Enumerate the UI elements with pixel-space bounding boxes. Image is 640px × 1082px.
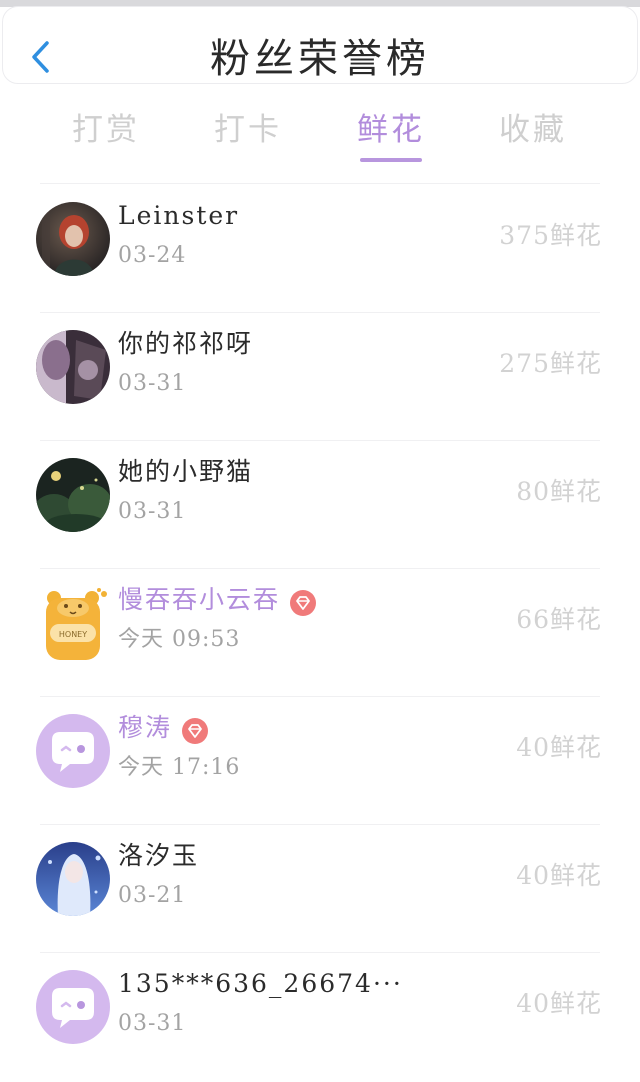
- fan-date: 03-24: [118, 243, 187, 268]
- fan-name: 你的祁祁呀: [118, 329, 254, 358]
- avatar[interactable]: [36, 330, 110, 404]
- fan-name: 穆涛: [118, 713, 173, 742]
- flower-count: 40鲜花: [516, 989, 602, 1018]
- flower-count: 80鲜花: [516, 477, 602, 506]
- vip-diamond-icon: [290, 586, 317, 616]
- fan-date: 03-31: [118, 499, 187, 524]
- honey-jar-avatar[interactable]: HONEY: [36, 586, 110, 660]
- divider: [40, 440, 600, 441]
- fan-date: 今天 09:53: [118, 627, 241, 652]
- flower-count: 375鲜花: [499, 221, 602, 250]
- fan-name: 慢吞吞小云吞: [118, 585, 281, 614]
- list-item[interactable]: 洛汐玉 03-21 40鲜花: [0, 826, 640, 954]
- tab-bar: 打赏 打卡 鲜花 收藏: [0, 96, 640, 170]
- tab-tip[interactable]: 打赏: [56, 106, 156, 154]
- tab-favorites[interactable]: 收藏: [483, 106, 583, 154]
- flower-count: 66鲜花: [516, 605, 602, 634]
- fan-date: 03-31: [118, 1011, 187, 1036]
- avatar[interactable]: [36, 202, 110, 276]
- fan-date: 今天 17:16: [118, 755, 241, 780]
- list-item[interactable]: 穆涛 今天 17:16 40鲜花: [0, 698, 640, 826]
- flower-count: 275鲜花: [499, 349, 602, 378]
- divider: [40, 183, 600, 184]
- list-item[interactable]: 她的小野猫 03-31 80鲜花: [0, 442, 640, 570]
- fan-name-row: 穆涛: [118, 706, 209, 750]
- avatar[interactable]: [36, 842, 110, 916]
- divider: [40, 312, 600, 313]
- divider: [40, 696, 600, 697]
- active-tab-indicator: [360, 158, 422, 162]
- fan-name: 135***636_26674···: [118, 969, 403, 998]
- divider: [40, 568, 600, 569]
- default-avatar[interactable]: [36, 714, 110, 788]
- tab-flowers[interactable]: 鲜花: [341, 106, 441, 154]
- list-item[interactable]: 135***636_26674··· 03-31 40鲜花: [0, 954, 640, 1082]
- fan-name-row: 慢吞吞小云吞: [118, 578, 317, 622]
- vip-diamond-icon: [182, 714, 209, 744]
- fan-name: 她的小野猫: [118, 457, 254, 486]
- honey-label: HONEY: [59, 630, 87, 639]
- avatar[interactable]: [36, 458, 110, 532]
- flower-count: 40鲜花: [516, 861, 602, 890]
- app-header: 粉丝荣誉榜: [2, 6, 638, 84]
- flower-count: 40鲜花: [516, 733, 602, 762]
- tab-checkin[interactable]: 打卡: [198, 106, 298, 154]
- fan-date: 03-31: [118, 371, 187, 396]
- default-avatar[interactable]: [36, 970, 110, 1044]
- fan-name: Leinster: [118, 201, 240, 230]
- list-item[interactable]: HONEY 慢吞吞小云吞 今天 09:53 66鲜花: [0, 570, 640, 698]
- fan-name: 洛汐玉: [118, 841, 200, 870]
- divider: [40, 952, 600, 953]
- divider: [40, 824, 600, 825]
- list-item[interactable]: 你的祁祁呀 03-31 275鲜花: [0, 314, 640, 442]
- list-item[interactable]: Leinster 03-24 375鲜花: [0, 186, 640, 314]
- fan-date: 03-21: [118, 883, 187, 908]
- page-title: 粉丝荣誉榜: [210, 36, 430, 82]
